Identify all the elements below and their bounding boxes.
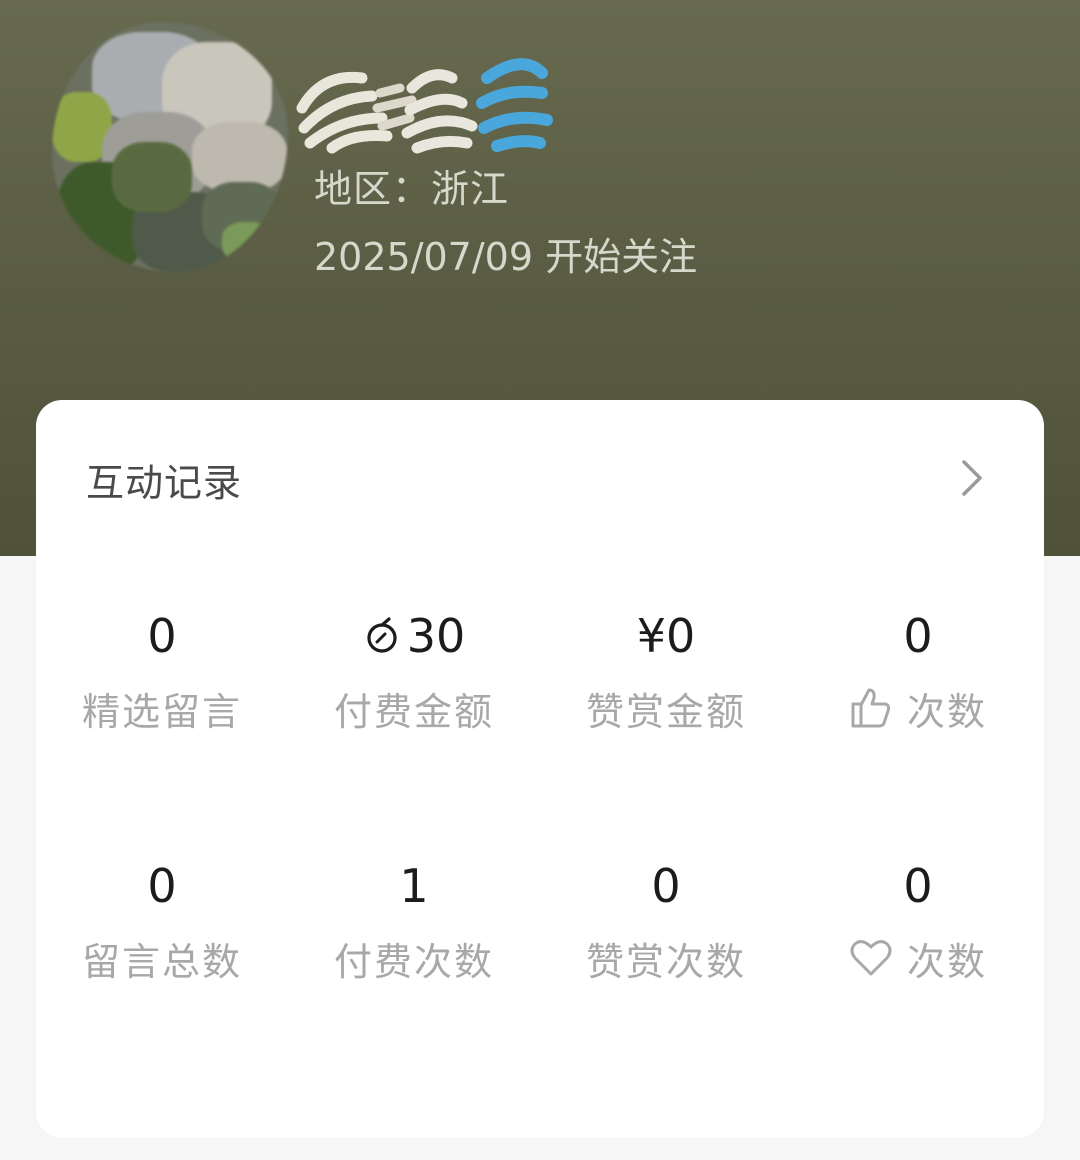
stat-value: 0 — [147, 859, 177, 913]
stat-featured-comments[interactable]: 0 精选留言 — [36, 580, 288, 780]
stat-label-text: 次数 — [906, 939, 987, 984]
follow-date-value: 2025/07/09 — [314, 235, 534, 279]
stat-value: ¥0 — [636, 609, 696, 663]
follow-date-suffix: 开始关注 — [545, 235, 698, 279]
stat-value: 0 — [147, 609, 177, 663]
stat-label: 赞赏次数 — [585, 939, 746, 984]
stat-paid-count[interactable]: 1 付费次数 — [288, 830, 540, 1030]
interaction-record-card: 互动记录 0 精选留言 30 付费金额 ¥0 赞赏金额 0 次数 0 留言总数 … — [36, 400, 1044, 1138]
follower-profile-page: 地区：浙江 2025/07/09 开始关注 互动记录 0 精选留言 30 付费金… — [0, 0, 1080, 1160]
chevron-right-icon[interactable] — [954, 456, 990, 500]
stat-label: 赞赏金额 — [585, 689, 746, 734]
stat-value: 1 — [399, 859, 429, 913]
stat-label: 付费次数 — [333, 939, 494, 984]
interaction-record-title: 互动记录 — [86, 461, 243, 505]
region-label: 地区： — [314, 167, 432, 211]
coin-icon — [367, 617, 397, 653]
nickname — [292, 48, 562, 158]
stat-like-count[interactable]: 0 次数 — [792, 580, 1044, 780]
avatar[interactable] — [52, 22, 288, 272]
stat-value: 0 — [903, 609, 933, 663]
follow-date: 2025/07/09 开始关注 — [314, 226, 697, 281]
stat-label-text: 次数 — [906, 689, 987, 734]
stat-tip-amount[interactable]: ¥0 赞赏金额 — [540, 580, 792, 780]
stat-label: 次数 — [792, 930, 1044, 986]
thumbs-up-icon — [851, 688, 891, 728]
interaction-record-header[interactable]: 互动记录 — [36, 400, 1044, 556]
interaction-stats-grid: 0 精选留言 30 付费金额 ¥0 赞赏金额 0 次数 0 留言总数 1 付费次… — [36, 580, 1044, 1100]
stat-value: 0 — [903, 859, 933, 913]
stat-total-comments[interactable]: 0 留言总数 — [36, 830, 288, 1030]
region: 地区：浙江 — [314, 158, 509, 213]
stat-value-text: 30 — [406, 609, 466, 663]
stat-tip-count[interactable]: 0 赞赏次数 — [540, 830, 792, 1030]
stat-label: 精选留言 — [81, 689, 242, 734]
stat-heart-count[interactable]: 0 次数 — [792, 830, 1044, 1030]
stat-label: 次数 — [792, 680, 1044, 736]
obscured-nickname-icon — [296, 58, 553, 154]
stat-label: 留言总数 — [81, 939, 242, 984]
stat-value: 30 — [288, 600, 540, 672]
heart-icon — [850, 940, 892, 976]
stat-paid-amount[interactable]: 30 付费金额 — [288, 580, 540, 780]
stat-value: 0 — [651, 859, 681, 913]
stat-label: 付费金额 — [333, 689, 494, 734]
region-value: 浙江 — [431, 167, 510, 211]
